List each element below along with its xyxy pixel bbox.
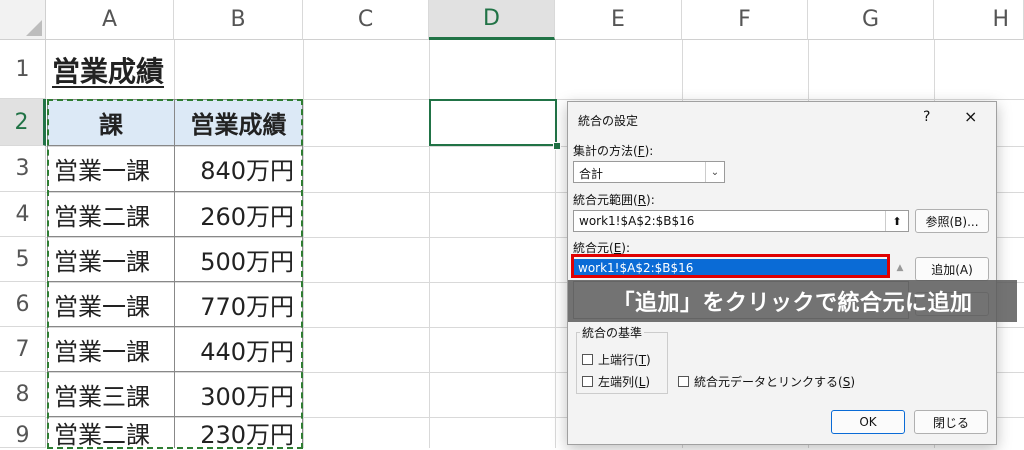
reference-value: work1!$A$2:$B$16 <box>579 214 695 228</box>
row-header-7[interactable]: 7 <box>0 327 46 372</box>
row-header-4[interactable]: 4 <box>0 192 46 237</box>
scroll-up-icon[interactable]: ▲ <box>890 259 910 277</box>
header-cell-sales[interactable]: 営業成績 <box>174 99 303 146</box>
table-cell-sales[interactable]: 260万円 <box>174 192 303 237</box>
table-cell-section[interactable]: 営業二課 <box>47 417 175 449</box>
header-cell-section[interactable]: 課 <box>47 99 175 146</box>
table-cell-sales[interactable]: 300万円 <box>174 372 303 417</box>
reference-input[interactable]: work1!$A$2:$B$16 ⬆ <box>573 210 909 232</box>
function-label: 集計の方法(F): <box>573 144 654 158</box>
table-cell-sales[interactable]: 500万円 <box>174 237 303 282</box>
table-cell-section[interactable]: 営業二課 <box>47 192 175 237</box>
table-cell-sales[interactable]: 440万円 <box>174 327 303 372</box>
use-labels-title: 統合の基準 <box>580 324 645 341</box>
table-cell-section[interactable]: 営業三課 <box>47 372 175 417</box>
chevron-down-icon[interactable]: ⌄ <box>705 162 724 182</box>
column-header-d[interactable]: D <box>429 0 555 40</box>
column-header-a[interactable]: A <box>46 0 174 40</box>
close-icon[interactable]: × <box>964 107 977 126</box>
table-cell-section[interactable]: 営業一課 <box>47 237 175 282</box>
dialog-title: 統合の設定 <box>578 114 639 128</box>
sheet-title[interactable]: 営業成績 <box>46 40 303 99</box>
top-row-checkbox[interactable]: 上端行(T) <box>582 351 651 368</box>
table-cell-sales[interactable]: 770万円 <box>174 282 303 327</box>
fill-handle[interactable] <box>553 142 561 150</box>
row-header-8[interactable]: 8 <box>0 372 46 417</box>
column-header-f[interactable]: F <box>682 0 808 40</box>
ok-button[interactable]: OK <box>831 410 905 434</box>
table-cell-section[interactable]: 営業一課 <box>47 282 175 327</box>
reference-label: 統合元範囲(R): <box>573 193 655 207</box>
table-cell-section[interactable]: 営業一課 <box>47 146 175 192</box>
row-header-5[interactable]: 5 <box>0 237 46 282</box>
row-header-1[interactable]: 1 <box>0 40 46 99</box>
consolidate-dialog: 統合の設定 ? × 集計の方法(F): 合計 ⌄ 統合元範囲(R): work1… <box>567 101 997 445</box>
active-cell-d2[interactable] <box>429 99 557 146</box>
help-button[interactable]: ? <box>923 109 930 125</box>
row-header-6[interactable]: 6 <box>0 282 46 327</box>
function-dropdown[interactable]: 合計 ⌄ <box>573 161 725 183</box>
row-header-2[interactable]: 2 <box>0 99 46 146</box>
row-header-9[interactable]: 9 <box>0 417 46 448</box>
link-source-checkbox[interactable]: 統合元データとリンクする(S) <box>678 373 855 390</box>
select-all-corner[interactable] <box>0 0 46 40</box>
add-button[interactable]: 追加(A) <box>915 257 989 281</box>
column-header-h[interactable]: H <box>934 0 1024 40</box>
browse-button[interactable]: 参照(B)... <box>915 209 989 233</box>
column-header-c[interactable]: C <box>303 0 429 40</box>
left-column-checkbox[interactable]: 左端列(L) <box>582 373 650 390</box>
annotation-banner: 「追加」をクリックで統合元に追加 <box>568 280 1017 322</box>
table-cell-sales[interactable]: 230万円 <box>174 417 303 449</box>
close-button[interactable]: 閉じる <box>914 410 988 434</box>
row-header-3[interactable]: 3 <box>0 146 46 192</box>
table-cell-section[interactable]: 営業一課 <box>47 327 175 372</box>
column-header-g[interactable]: G <box>808 0 934 40</box>
column-header-e[interactable]: E <box>555 0 682 40</box>
collapse-range-icon[interactable]: ⬆ <box>885 211 908 231</box>
highlight-frame <box>571 254 890 278</box>
function-value: 合計 <box>579 167 604 181</box>
column-header-b[interactable]: B <box>174 0 303 40</box>
table-cell-sales[interactable]: 840万円 <box>174 146 303 192</box>
